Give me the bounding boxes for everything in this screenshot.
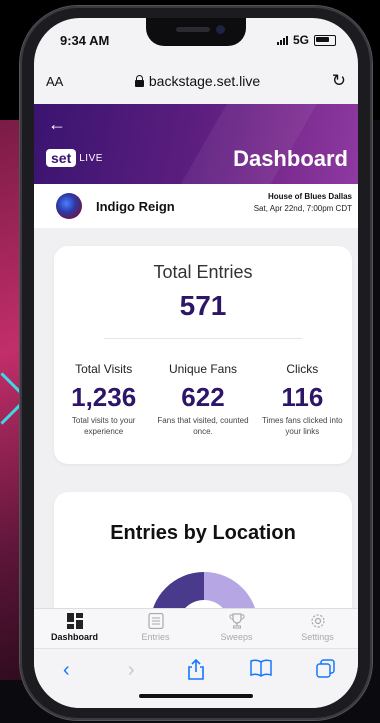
tab-dashboard[interactable]: Dashboard: [34, 609, 115, 649]
stat-value: 622: [181, 382, 225, 412]
url-text: backstage.set.live: [148, 73, 261, 89]
stat-description: Times fans clicked into your links: [262, 416, 343, 436]
phone-screen: 9:34 AM 5G AA backstage.set.live ↻ ← set: [34, 18, 358, 708]
gear-icon: [310, 614, 325, 628]
phone-frame: 9:34 AM 5G AA backstage.set.live ↻ ← set: [20, 6, 372, 720]
entries-card: Total Entries 571 Total Visits 1,236 Tot…: [54, 246, 352, 464]
tabs-icon[interactable]: [311, 659, 341, 679]
browser-back-icon[interactable]: ‹: [51, 659, 81, 682]
stat-description: Fans that visited, counted once.: [157, 416, 249, 436]
stat-total-visits: Total Visits 1,236 Total visits to your …: [54, 362, 153, 437]
trophy-icon: [228, 613, 245, 629]
total-entries-value: 571: [179, 290, 227, 321]
dashboard-content[interactable]: Total Entries 571 Total Visits 1,236 Tot…: [34, 228, 358, 632]
stat-label: Unique Fans: [168, 362, 238, 376]
status-indicators: 5G: [276, 33, 336, 47]
speaker: [176, 27, 210, 32]
avatar: [56, 193, 82, 219]
tab-entries[interactable]: Entries: [115, 609, 196, 649]
setlive-logo: set LIVE: [46, 149, 103, 167]
stat-value: 1,236: [71, 382, 137, 412]
tab-label: Settings: [301, 632, 334, 642]
artist-name: Indigo Reign: [96, 198, 175, 214]
artist-row: Indigo Reign House of Blues Dallas Sat, …: [34, 184, 358, 229]
entries-icon: [147, 613, 164, 629]
stat-label: Total Visits: [75, 362, 133, 376]
bookmarks-icon[interactable]: [246, 659, 276, 677]
stat-unique-fans: Unique Fans 622 Fans that visited, count…: [153, 362, 252, 437]
stat-value: 116: [281, 382, 324, 412]
location-card-title: Entries by Location: [110, 522, 296, 544]
app-header: ← set LIVE Dashboard: [34, 104, 358, 184]
tab-sweeps[interactable]: Sweeps: [196, 609, 277, 649]
url-field[interactable]: backstage.set.live: [134, 73, 261, 89]
back-arrow-icon[interactable]: ←: [48, 114, 66, 135]
stat-label: Clicks: [286, 362, 319, 376]
browser-forward-icon[interactable]: ›: [116, 659, 146, 682]
tab-bar: Dashboard Entries Sweeps Settings: [34, 608, 358, 649]
reload-icon[interactable]: ↻: [332, 71, 346, 91]
event-date: Sat, Apr 22nd, 7:00pm CDT: [253, 204, 352, 213]
tab-settings[interactable]: Settings: [277, 609, 358, 649]
header-decoration: [157, 104, 329, 184]
text-size-button[interactable]: AA: [46, 74, 63, 89]
stats-row: Total Visits 1,236 Total visits to your …: [54, 362, 352, 437]
divider: [104, 338, 302, 339]
tab-label: Sweeps: [220, 632, 253, 642]
signal-icon: [276, 35, 288, 45]
logo-set: set: [46, 149, 77, 167]
share-icon[interactable]: [181, 659, 211, 681]
tab-label: Dashboard: [50, 632, 98, 642]
camera: [216, 25, 225, 34]
tab-label: Entries: [141, 632, 170, 642]
network-type: 5G: [292, 33, 309, 47]
venue-name: House of Blues Dallas: [267, 192, 352, 201]
stat-description: Total visits to your experience: [71, 416, 136, 436]
notch: [146, 18, 246, 46]
lock-icon: [134, 74, 144, 87]
status-time: 9:34 AM: [60, 32, 110, 48]
stat-clicks: Clicks 116 Times fans clicked into your …: [253, 362, 352, 437]
home-indicator: [139, 694, 253, 698]
dashboard-icon: [66, 613, 83, 629]
safari-toolbar: ‹ ›: [34, 648, 358, 708]
url-bar[interactable]: AA backstage.set.live ↻: [46, 66, 346, 96]
event-info: House of Blues Dallas Sat, Apr 22nd, 7:0…: [254, 192, 352, 213]
logo-live: LIVE: [79, 152, 103, 164]
page-title: Dashboard: [233, 146, 348, 171]
battery-icon: [314, 34, 336, 46]
total-entries-label: Total Entries: [153, 262, 253, 282]
